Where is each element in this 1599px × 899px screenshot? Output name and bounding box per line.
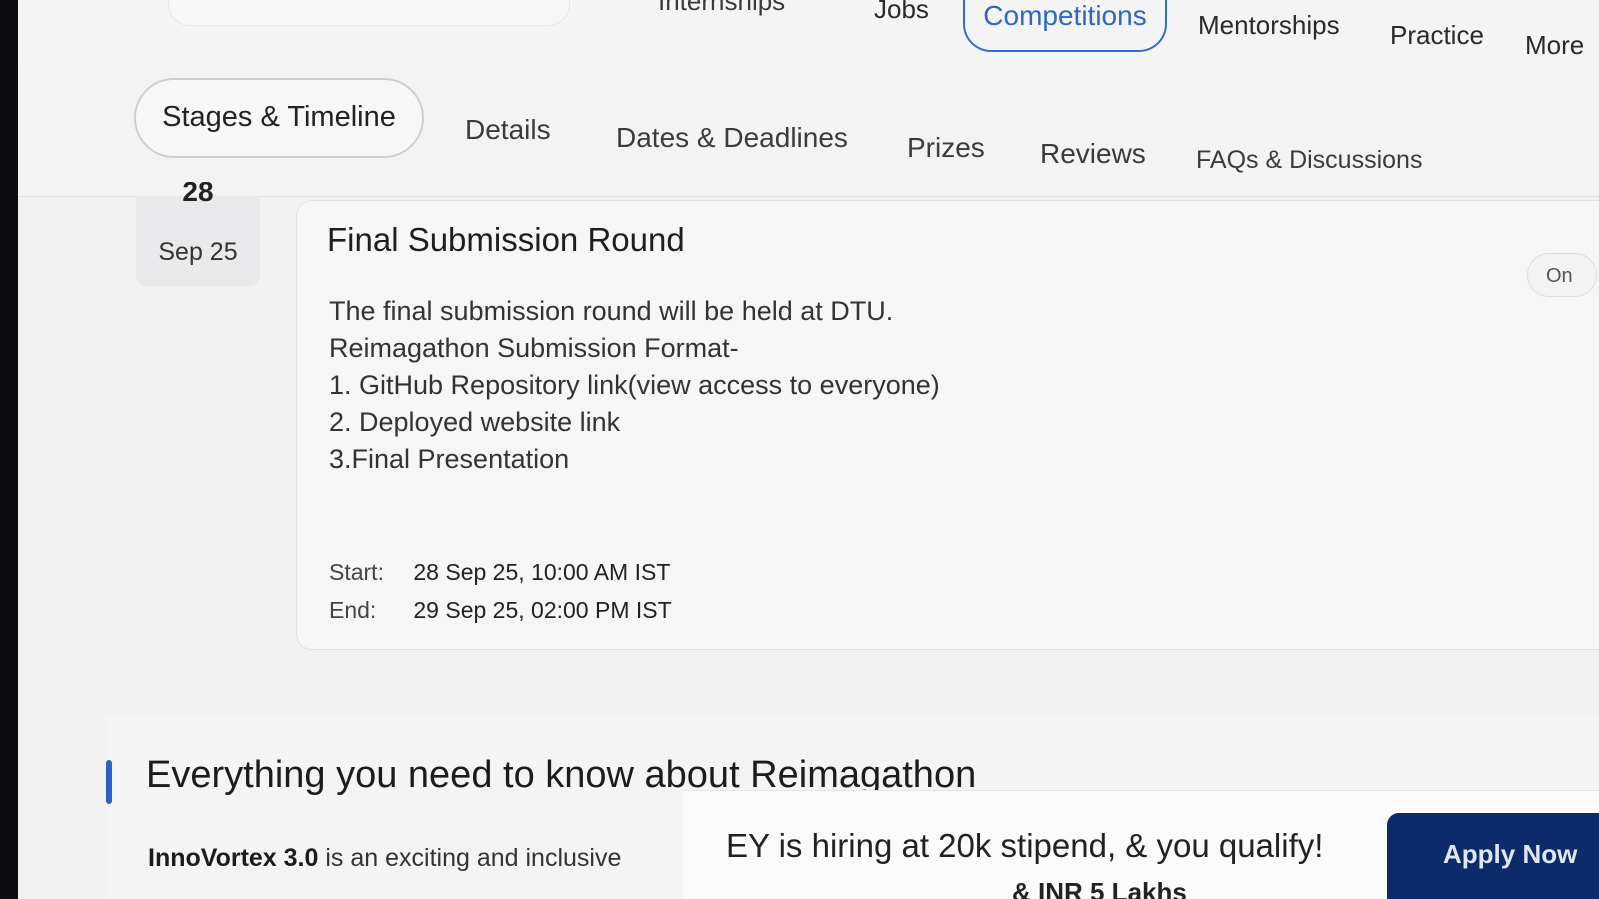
top-navigation: Internships Jobs Competitions Mentorship… xyxy=(18,0,1599,67)
section-intro-rest: is an exciting and inclusive xyxy=(318,844,622,872)
tab-details[interactable]: Details xyxy=(465,114,551,146)
start-row: Start: 28 Sep 25, 10:00 AM IST xyxy=(329,553,672,591)
promo-subtext: & INR 5 Lakhs xyxy=(1012,877,1187,899)
tab-faqs-discussions[interactable]: FAQs & Discussions xyxy=(1196,146,1422,175)
stage-card: Final Submission Round On The final subm… xyxy=(296,200,1599,650)
nav-mentorships[interactable]: Mentorships xyxy=(1198,10,1340,41)
description-line: 1. GitHub Repository link(view access to… xyxy=(329,370,940,400)
tab-stages-timeline[interactable]: Stages & Timeline xyxy=(134,78,424,158)
description-line: 3.Final Presentation xyxy=(329,444,570,474)
tab-dates-deadlines[interactable]: Dates & Deadlines xyxy=(616,122,848,154)
stage-date-month: Sep 25 xyxy=(158,238,238,266)
start-label: Start: xyxy=(329,559,384,585)
description-line: Reimagathon Submission Format- xyxy=(329,333,739,363)
section-intro: InnoVortex 3.0 is an exciting and inclus… xyxy=(148,844,621,873)
stage-date-day: 28 xyxy=(182,182,214,207)
end-label: End: xyxy=(329,597,377,623)
nav-competitions[interactable]: Competitions xyxy=(963,0,1167,52)
screen: Internships Jobs Competitions Mentorship… xyxy=(18,0,1599,899)
nav-more[interactable]: More xyxy=(1525,30,1584,61)
stage-schedule: Start: 28 Sep 25, 10:00 AM IST End: 29 S… xyxy=(329,553,672,629)
description-line: 2. Deployed website link xyxy=(329,407,621,437)
section-accent-bar xyxy=(106,760,112,804)
nav-internships[interactable]: Internships xyxy=(658,0,785,17)
section-tabs: Stages & Timeline Details Dates & Deadli… xyxy=(18,66,1599,197)
start-value: 28 Sep 25, 10:00 AM IST xyxy=(413,559,671,585)
apply-now-button[interactable]: Apply Now xyxy=(1387,813,1599,899)
stage-title: Final Submission Round xyxy=(327,221,685,258)
end-value: 29 Sep 25, 02:00 PM IST xyxy=(413,597,672,623)
promo-text: EY is hiring at 20k stipend, & you quali… xyxy=(726,827,1324,864)
section-intro-bold: InnoVortex 3.0 xyxy=(148,844,319,872)
description-line: The final submission round will be held … xyxy=(329,296,894,326)
promo-banner: EY is hiring at 20k stipend, & you quali… xyxy=(682,790,1599,899)
tab-prizes[interactable]: Prizes xyxy=(907,132,985,164)
end-row: End: 29 Sep 25, 02:00 PM IST xyxy=(329,591,672,629)
search-bar[interactable] xyxy=(168,0,570,26)
nav-jobs[interactable]: Jobs xyxy=(874,0,929,25)
stage-date-badge: 28 Sep 25 xyxy=(136,182,260,286)
nav-practice[interactable]: Practice xyxy=(1390,20,1484,51)
tab-reviews[interactable]: Reviews xyxy=(1040,138,1146,170)
stage-description: The final submission round will be held … xyxy=(329,293,940,478)
stage-status-badge: On xyxy=(1527,253,1597,297)
